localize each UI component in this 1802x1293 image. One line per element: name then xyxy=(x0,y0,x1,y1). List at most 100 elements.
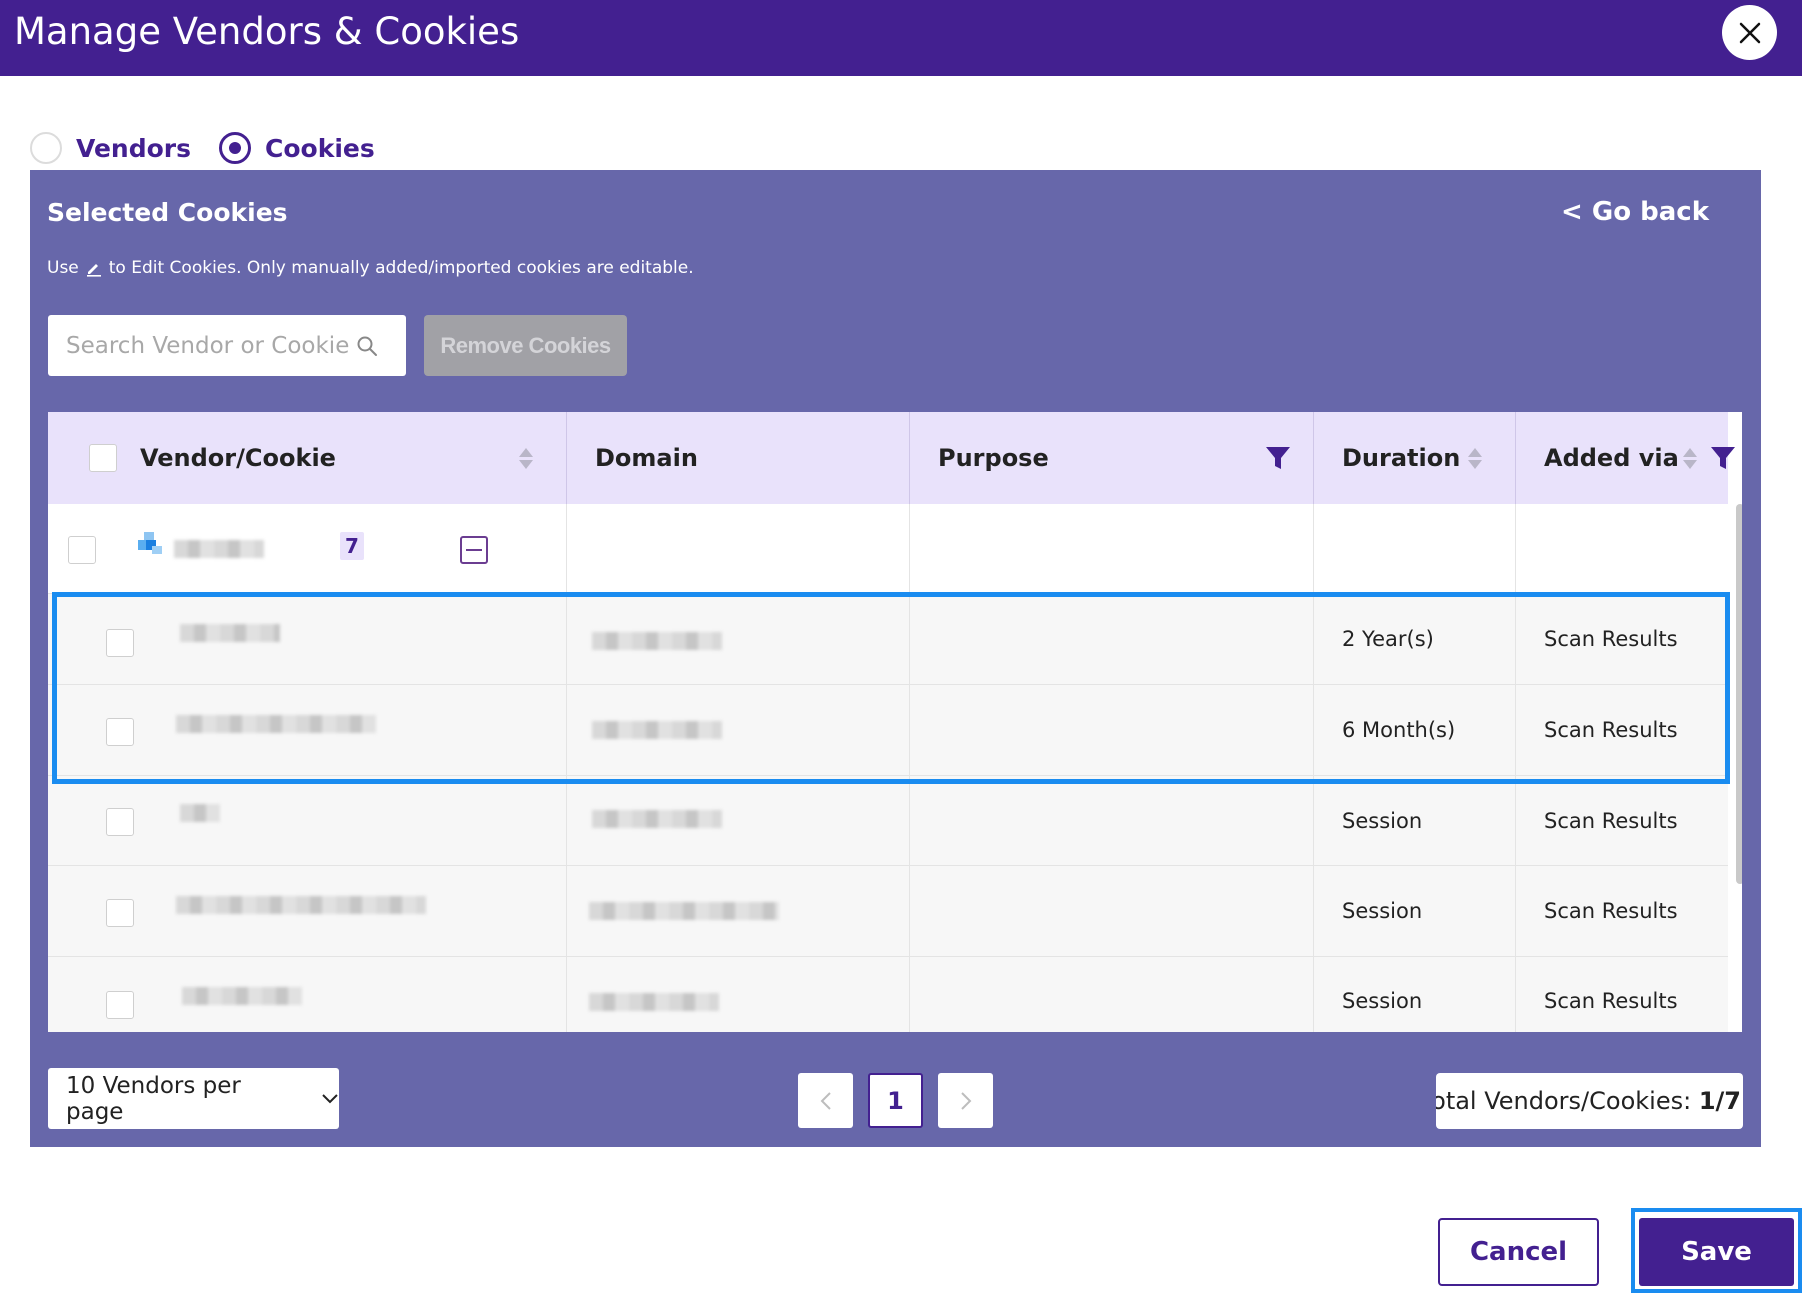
cookie-name-redacted xyxy=(182,987,302,1005)
filter-icon[interactable] xyxy=(1710,446,1736,470)
added-via-cell: Scan Results xyxy=(1544,989,1678,1013)
radio-vendors[interactable] xyxy=(30,132,62,164)
hint-text-before: Use xyxy=(47,258,79,278)
row-checkbox[interactable] xyxy=(106,808,134,836)
col-purpose: Purpose xyxy=(910,412,1314,504)
vendor-added-via-cell xyxy=(1516,504,1728,593)
duration-cell: 2 Year(s) xyxy=(1314,594,1516,684)
save-button[interactable]: Save xyxy=(1639,1218,1794,1286)
modal-header: Manage Vendors & Cookies xyxy=(0,0,1802,76)
radio-cookies-label[interactable]: Cookies xyxy=(265,134,375,163)
cookie-name-redacted xyxy=(176,715,376,733)
selected-cookies-panel: Selected Cookies < Go back Use to Edit C… xyxy=(30,170,1761,1147)
cookie-count-badge: 7 xyxy=(340,532,364,560)
vendor-cell: 7 xyxy=(48,504,567,593)
sort-icon[interactable] xyxy=(1683,448,1697,469)
remove-cookies-button[interactable]: Remove Cookies xyxy=(424,315,627,376)
total-label: Total Vendors/Cookies: xyxy=(1436,1087,1692,1115)
duration-cell: Session xyxy=(1314,866,1516,956)
added-via-cell: Scan Results xyxy=(1544,808,1678,833)
per-page-select[interactable]: 10 Vendors per page xyxy=(48,1068,339,1129)
col-added-via[interactable]: Added via xyxy=(1516,412,1735,504)
table-row[interactable]: 6 Month(s) Scan Results xyxy=(48,685,1728,776)
vendor-logo-icon xyxy=(138,532,162,554)
chevron-left-icon xyxy=(820,1091,831,1110)
vendor-duration-cell xyxy=(1314,504,1516,593)
per-page-label: 10 Vendors per page xyxy=(66,1072,241,1125)
vendor-group-row: 7 xyxy=(48,504,1728,594)
vendor-name-redacted xyxy=(174,540,264,558)
domain-redacted xyxy=(592,721,722,739)
total-count: Total Vendors/Cookies: 1/7 xyxy=(1436,1073,1743,1129)
col-vendor-cookie[interactable]: Vendor/Cookie xyxy=(140,412,567,504)
vendor-purpose-cell xyxy=(910,504,1314,593)
domain-redacted xyxy=(592,632,722,650)
panel-title: Selected Cookies xyxy=(47,198,288,227)
filter-icon[interactable] xyxy=(1265,446,1291,470)
row-checkbox[interactable] xyxy=(106,991,134,1019)
search-icon xyxy=(357,336,377,356)
row-checkbox[interactable] xyxy=(106,899,134,927)
added-via-cell: Scan Results xyxy=(1544,718,1678,742)
chevron-down-icon xyxy=(322,1093,338,1103)
next-page-button[interactable] xyxy=(938,1073,993,1128)
purpose-cell xyxy=(910,685,1314,775)
duration-cell: Session xyxy=(1314,957,1516,1032)
domain-cell xyxy=(567,594,910,684)
added-via-cell: Scan Results xyxy=(1544,627,1678,651)
vendor-checkbox[interactable] xyxy=(68,536,96,564)
prev-page-button[interactable] xyxy=(798,1073,853,1128)
col-domain-label: Domain xyxy=(595,444,698,472)
vendor-domain-cell xyxy=(567,504,910,593)
table-header: Vendor/Cookie Domain Purpose Duration Ad… xyxy=(48,412,1735,504)
cookie-name-redacted xyxy=(176,896,426,914)
col-vendor-cookie-label: Vendor/Cookie xyxy=(140,444,336,472)
chevron-right-icon xyxy=(960,1091,971,1110)
go-back-link[interactable]: < Go back xyxy=(1561,197,1709,227)
sort-icon[interactable] xyxy=(519,448,533,469)
col-added-via-label: Added via xyxy=(1544,444,1679,472)
cookie-name-redacted xyxy=(180,624,280,642)
cancel-button[interactable]: Cancel xyxy=(1438,1218,1599,1286)
page-number-button[interactable]: 1 xyxy=(868,1073,923,1128)
select-all-checkbox[interactable] xyxy=(89,444,117,472)
domain-redacted xyxy=(589,993,719,1011)
row-checkbox[interactable] xyxy=(106,629,134,657)
purpose-cell xyxy=(910,776,1314,865)
domain-redacted xyxy=(589,902,779,920)
cookies-table: Vendor/Cookie Domain Purpose Duration Ad… xyxy=(48,412,1742,1032)
col-purpose-label: Purpose xyxy=(938,444,1049,472)
search-box xyxy=(48,315,406,376)
cookie-name-cell xyxy=(48,866,567,956)
table-row[interactable]: Session Scan Results xyxy=(48,957,1728,1032)
modal-title: Manage Vendors & Cookies xyxy=(14,10,520,53)
domain-cell xyxy=(567,685,910,775)
radio-vendors-label[interactable]: Vendors xyxy=(76,134,191,163)
cookie-name-cell xyxy=(48,685,567,775)
close-button[interactable] xyxy=(1722,5,1777,60)
col-duration-label: Duration xyxy=(1342,444,1461,472)
search-input[interactable] xyxy=(66,332,356,359)
sort-icon[interactable] xyxy=(1468,448,1482,469)
purpose-cell xyxy=(910,594,1314,684)
table-row[interactable]: 2 Year(s) Scan Results xyxy=(48,594,1728,685)
cookie-name-redacted xyxy=(180,804,220,822)
row-checkbox[interactable] xyxy=(106,718,134,746)
collapse-button[interactable] xyxy=(460,536,488,564)
table-row[interactable]: Session Scan Results xyxy=(48,776,1728,866)
total-value: 1/7 xyxy=(1698,1087,1741,1115)
radio-cookies[interactable] xyxy=(219,132,252,164)
col-duration[interactable]: Duration xyxy=(1314,412,1516,504)
hint-text-after: to Edit Cookies. Only manually added/imp… xyxy=(108,258,694,278)
cookie-name-cell xyxy=(48,957,567,1032)
table-scrollbar[interactable] xyxy=(1736,504,1742,884)
col-domain: Domain xyxy=(567,412,910,504)
duration-cell: 6 Month(s) xyxy=(1314,685,1516,775)
domain-cell xyxy=(567,957,910,1032)
table-row[interactable]: Session Scan Results xyxy=(48,866,1728,957)
added-via-cell: Scan Results xyxy=(1544,899,1678,923)
view-toggle: Vendors Cookies xyxy=(30,132,403,164)
cookie-name-cell xyxy=(48,776,567,865)
pencil-icon xyxy=(86,264,101,277)
edit-hint: Use to Edit Cookies. Only manually added… xyxy=(47,258,694,278)
